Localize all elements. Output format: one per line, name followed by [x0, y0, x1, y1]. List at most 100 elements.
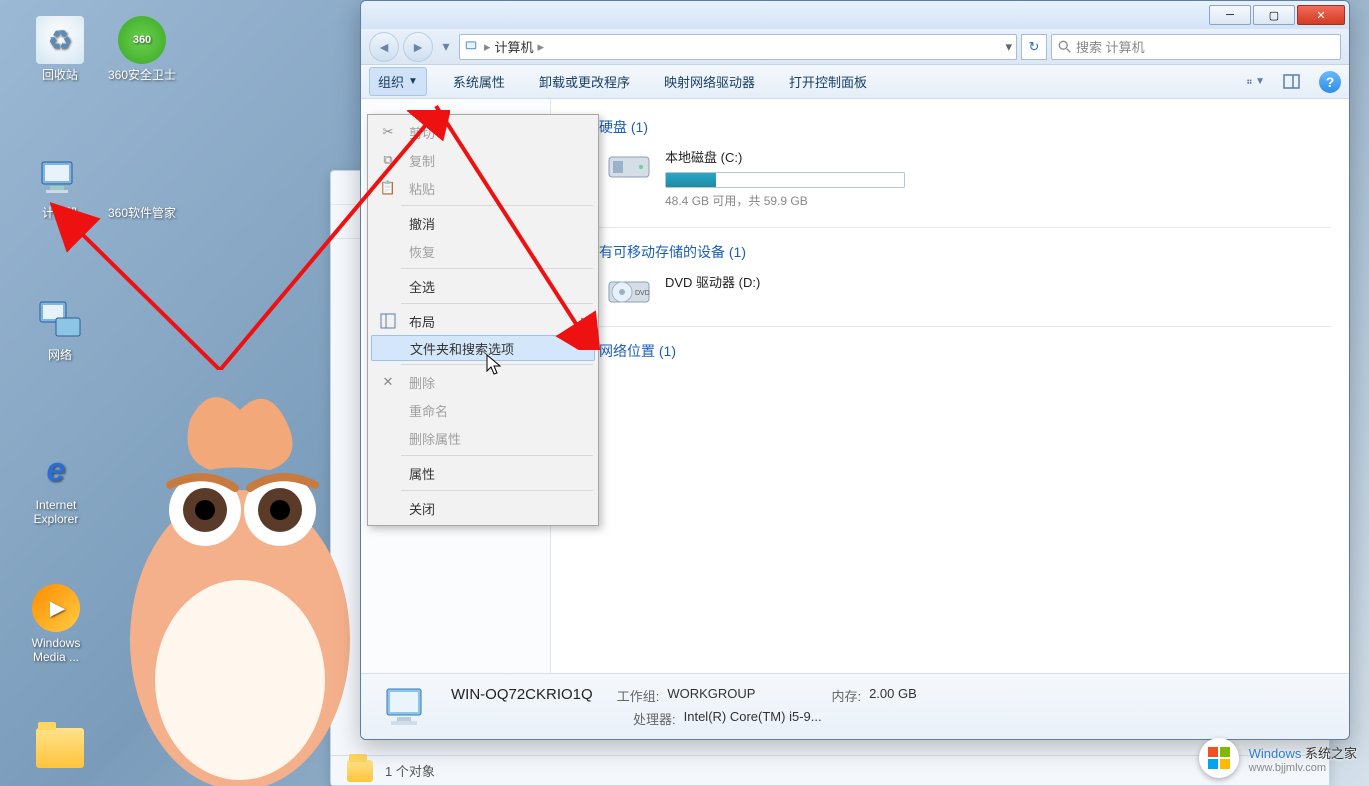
help-button[interactable]: ?	[1319, 71, 1341, 93]
desktop-icon-label: 360安全卫士	[108, 68, 176, 82]
drive-d-dvd[interactable]: DVD DVD 驱动器 (D:)	[607, 272, 1331, 308]
computer-icon	[464, 39, 480, 55]
desktop-icon-network[interactable]: 网络	[22, 296, 98, 362]
desktop-icon-label: Internet Explorer	[18, 498, 94, 527]
desktop-icon-label: 回收站	[42, 68, 78, 82]
search-icon	[1058, 40, 1072, 54]
drive-subtitle: 48.4 GB 可用，共 59.9 GB	[665, 192, 1331, 209]
bg-status-bar: 1 个对象	[331, 755, 1329, 785]
menu-label: 全选	[409, 277, 435, 296]
menu-redo: 恢复	[371, 237, 595, 265]
search-input[interactable]: 搜索 计算机	[1051, 34, 1341, 60]
hard-drive-icon	[607, 147, 651, 183]
menu-label: 重命名	[409, 401, 448, 420]
organize-dropdown-menu: ✂ 剪切 ⧉ 复制 📋 粘贴 撤消 恢复 全选 布局 ▶ 文件夹和搜索选项 ✕ …	[367, 114, 599, 526]
address-row: ◄ ► ▾ ▸ 计算机 ▸ ▾ ↻ 搜索 计算机	[361, 29, 1349, 65]
copy-icon: ⧉	[377, 150, 399, 170]
nav-back-button[interactable]: ◄	[369, 32, 399, 62]
menu-undo[interactable]: 撤消	[371, 209, 595, 237]
toolbar-system-properties[interactable]: 系统属性	[445, 68, 513, 95]
menu-label: 删除	[409, 373, 435, 392]
toolbar-uninstall[interactable]: 卸载或更改程序	[531, 68, 638, 95]
toolbar-label: 组织	[378, 72, 404, 91]
folder-icon	[347, 760, 373, 782]
menu-label: 粘贴	[409, 179, 435, 198]
wallpaper-character	[110, 380, 350, 786]
network-icon	[36, 296, 84, 344]
menu-layout[interactable]: 布局 ▶	[371, 307, 595, 335]
menu-close[interactable]: 关闭	[371, 494, 595, 522]
search-placeholder: 搜索 计算机	[1076, 37, 1145, 56]
group-hard-disk[interactable]: 硬盘 (1)	[599, 117, 1331, 137]
menu-label: 复制	[409, 151, 435, 170]
wmp-icon	[32, 584, 80, 632]
desktop-icon-label: Windows Media ...	[18, 636, 94, 665]
desktop-icon-360-safe[interactable]: 360安全卫士	[104, 16, 180, 82]
ie-icon	[32, 446, 80, 494]
menu-label: 撤消	[409, 214, 435, 233]
desktop-icon-wmp[interactable]: Windows Media ...	[18, 584, 94, 665]
toolbar-map-drive[interactable]: 映射网络驱动器	[656, 68, 763, 95]
menu-copy: ⧉ 复制	[371, 146, 595, 174]
toolbar-label: 映射网络驱动器	[664, 72, 755, 91]
drive-c[interactable]: 本地磁盘 (C:) 48.4 GB 可用，共 59.9 GB	[607, 147, 1331, 209]
desktop-icon-folder[interactable]	[22, 724, 98, 772]
submenu-arrow-icon: ▶	[581, 316, 589, 327]
menu-delete: ✕ 删除	[371, 368, 595, 396]
bg-status-text: 1 个对象	[385, 761, 435, 780]
paste-icon: 📋	[377, 178, 399, 198]
details-workgroup-label: 工作组:	[617, 686, 660, 705]
capacity-bar	[665, 172, 905, 188]
refresh-button[interactable]: ↻	[1021, 34, 1047, 60]
titlebar[interactable]: ─ ▢ ✕	[361, 1, 1349, 29]
folder-icon	[36, 728, 84, 768]
desktop-icon-ie[interactable]: Internet Explorer	[18, 446, 94, 527]
menu-cut: ✂ 剪切	[371, 118, 595, 146]
desktop-icon-label: 计算机	[42, 206, 78, 220]
desktop-icon-computer[interactable]: 计算机	[22, 154, 98, 220]
view-options-button[interactable]: ▼	[1247, 73, 1265, 91]
scissors-icon: ✂	[377, 122, 399, 142]
close-button[interactable]: ✕	[1297, 5, 1345, 25]
nav-history-dropdown[interactable]: ▾	[437, 32, 455, 62]
360-safe-icon	[118, 16, 166, 64]
menu-label: 剪切	[409, 123, 435, 142]
toolbar-control-panel[interactable]: 打开控制面板	[781, 68, 875, 95]
toolbar-organize[interactable]: 组织 ▼	[369, 67, 427, 96]
drive-title: DVD 驱动器 (D:)	[665, 272, 1331, 291]
details-workgroup-value: WORKGROUP	[667, 686, 755, 705]
menu-label: 关闭	[409, 499, 435, 518]
toolbar: 组织 ▼ 系统属性 卸载或更改程序 映射网络驱动器 打开控制面板 ▼ ?	[361, 65, 1349, 99]
menu-rename: 重命名	[371, 396, 595, 424]
details-memory-label: 内存:	[831, 686, 861, 705]
computer-icon	[36, 154, 84, 202]
details-cpu-value: Intel(R) Core(TM) i5-9...	[684, 709, 822, 728]
drive-title: 本地磁盘 (C:)	[665, 147, 1331, 166]
dvd-drive-icon: DVD	[607, 272, 651, 308]
desktop-icon-label: 360软件管家	[108, 206, 176, 220]
group-network-location[interactable]: 网络位置 (1)	[599, 341, 1331, 361]
maximize-button[interactable]: ▢	[1253, 5, 1295, 25]
minimize-button[interactable]: ─	[1209, 5, 1251, 25]
menu-properties[interactable]: 属性	[371, 459, 595, 487]
toolbar-label: 系统属性	[453, 72, 505, 91]
desktop-icon-360-software[interactable]: 360软件管家	[104, 154, 180, 220]
360-software-icon	[118, 154, 166, 202]
recycle-bin-icon	[36, 16, 84, 64]
toolbar-label: 卸载或更改程序	[539, 72, 630, 91]
preview-pane-button[interactable]	[1283, 73, 1301, 91]
breadcrumb-item[interactable]: 计算机	[495, 37, 534, 56]
details-pane: WIN-OQ72CKRIO1Q 工作组: WORKGROUP 内存: 2.00 …	[361, 673, 1349, 739]
watermark-logo-icon	[1199, 738, 1239, 778]
menu-label: 属性	[409, 464, 435, 483]
details-memory-value: 2.00 GB	[869, 686, 917, 705]
content-area: 硬盘 (1) 本地磁盘 (C:) 48.4 GB 可用，共 59.9 GB 有可…	[551, 99, 1349, 673]
address-bar[interactable]: ▸ 计算机 ▸ ▾	[459, 34, 1017, 60]
menu-folder-options[interactable]: 文件夹和搜索选项	[371, 335, 595, 361]
details-cpu-label: 处理器:	[633, 709, 676, 728]
nav-forward-button[interactable]: ►	[403, 32, 433, 62]
menu-select-all[interactable]: 全选	[371, 272, 595, 300]
desktop-icon-recycle-bin[interactable]: 回收站	[22, 16, 98, 82]
menu-remove-properties: 删除属性	[371, 424, 595, 452]
group-removable[interactable]: 有可移动存储的设备 (1)	[599, 242, 1331, 262]
